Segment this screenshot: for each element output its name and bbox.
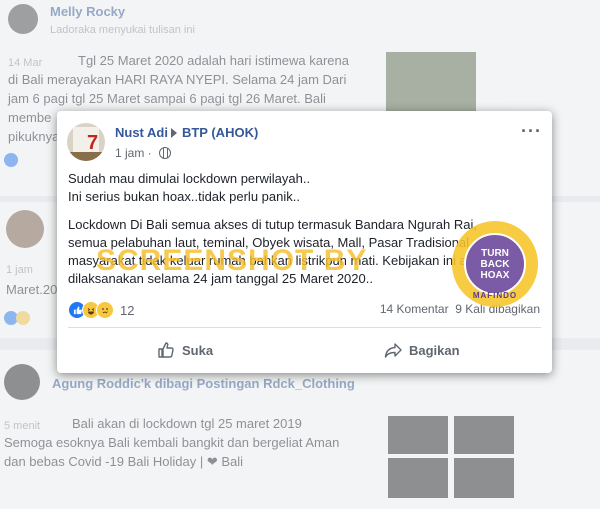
- reaction-summary[interactable]: 12: [68, 301, 134, 319]
- post-subtext: Ladoraka menyukai tulisan ini: [50, 24, 195, 36]
- seal-text: TURN: [481, 247, 509, 259]
- divider: [68, 327, 541, 328]
- post-thumbnail: [388, 458, 448, 498]
- post-text-line: jam 6 pagi tgl 25 Maret sampai 6 pagi tg…: [8, 91, 326, 106]
- background-post-3: Agung Roddic'k dibagi Postingan Rdck_Clo…: [0, 350, 600, 509]
- like-button[interactable]: Suka: [157, 341, 213, 359]
- post-header: Nust Adi BTP (AHOK): [115, 125, 258, 140]
- post-text-line: Lockdown Di Bali semua akses di tutup te…: [68, 217, 477, 232]
- seal-center: TURN BACK HOAX: [464, 233, 526, 295]
- share-button[interactable]: Bagikan: [384, 341, 460, 359]
- caret-right-icon: [170, 128, 177, 138]
- post-thumbnail: [454, 416, 514, 454]
- post-text-line: Tgl 25 Maret 2020 adalah hari istimewa k…: [78, 53, 349, 68]
- turnbackhoax-seal: TURN BACK HOAX MAFINDO: [452, 221, 538, 307]
- comments-count[interactable]: 14 Komentar: [380, 302, 449, 316]
- sad-reaction-icon: [96, 301, 114, 319]
- post-time[interactable]: 1 jam: [115, 146, 144, 160]
- like-label: Suka: [182, 342, 214, 358]
- post-stats: 14 Komentar 9 Kali dibagikan: [380, 302, 540, 316]
- reaction-count: 12: [120, 302, 135, 318]
- post-thumbnail: [388, 416, 448, 454]
- avatar: [4, 364, 40, 400]
- haha-icon: [16, 311, 30, 325]
- author-name[interactable]: Nust Adi: [115, 125, 168, 140]
- share-arrow-icon: [384, 343, 402, 358]
- globe-icon: [159, 147, 172, 159]
- post-text-line: Bali akan di lockdown tgl 25 maret 2019: [72, 416, 302, 431]
- thumbs-up-icon: [158, 342, 174, 358]
- avatar: [8, 4, 38, 34]
- post-text-line: dan bebas Covid -19 Bali Holiday | ❤ Bal…: [4, 454, 244, 469]
- post-date: 5 menit: [4, 420, 41, 432]
- post-text-line: Semoga esoknya Bali kembali bangkit dan …: [4, 435, 340, 450]
- post-text-line: Ini serius bukan hoax..tidak perlu panik…: [68, 189, 300, 204]
- post-text-line: di Bali merayakan HARI RAYA NYEPI. Selam…: [8, 72, 347, 87]
- seal-text: HOAX: [480, 269, 510, 281]
- post-text-line: Sudah mau dimulai lockdown perwilayah..: [68, 171, 311, 186]
- like-icon: [4, 153, 18, 167]
- author-avatar[interactable]: 7: [67, 123, 105, 161]
- post-date: 14 Mar: [8, 57, 43, 69]
- post-text-line: Maret.20: [6, 282, 58, 297]
- post-text-line: pikuknya: [8, 129, 60, 144]
- post-author: Agung Roddic'k dibagi Postingan Rdck_Clo…: [52, 376, 355, 391]
- screenshot-watermark: SCREENSHOT BY: [96, 244, 368, 277]
- seal-bottom-text: MAFINDO: [472, 291, 518, 300]
- more-options-icon[interactable]: ···: [521, 121, 542, 142]
- post-thumbnail: [454, 458, 514, 498]
- group-name[interactable]: BTP (AHOK): [182, 125, 258, 140]
- post-date: 1 jam: [6, 264, 33, 276]
- avatar: [6, 210, 44, 248]
- post-meta: 1 jam ·: [115, 146, 172, 160]
- share-label: Bagikan: [409, 342, 460, 358]
- seal-text: BACK: [480, 258, 510, 270]
- post-text-line: membe: [8, 110, 52, 125]
- post-author: Melly Rocky: [50, 4, 126, 19]
